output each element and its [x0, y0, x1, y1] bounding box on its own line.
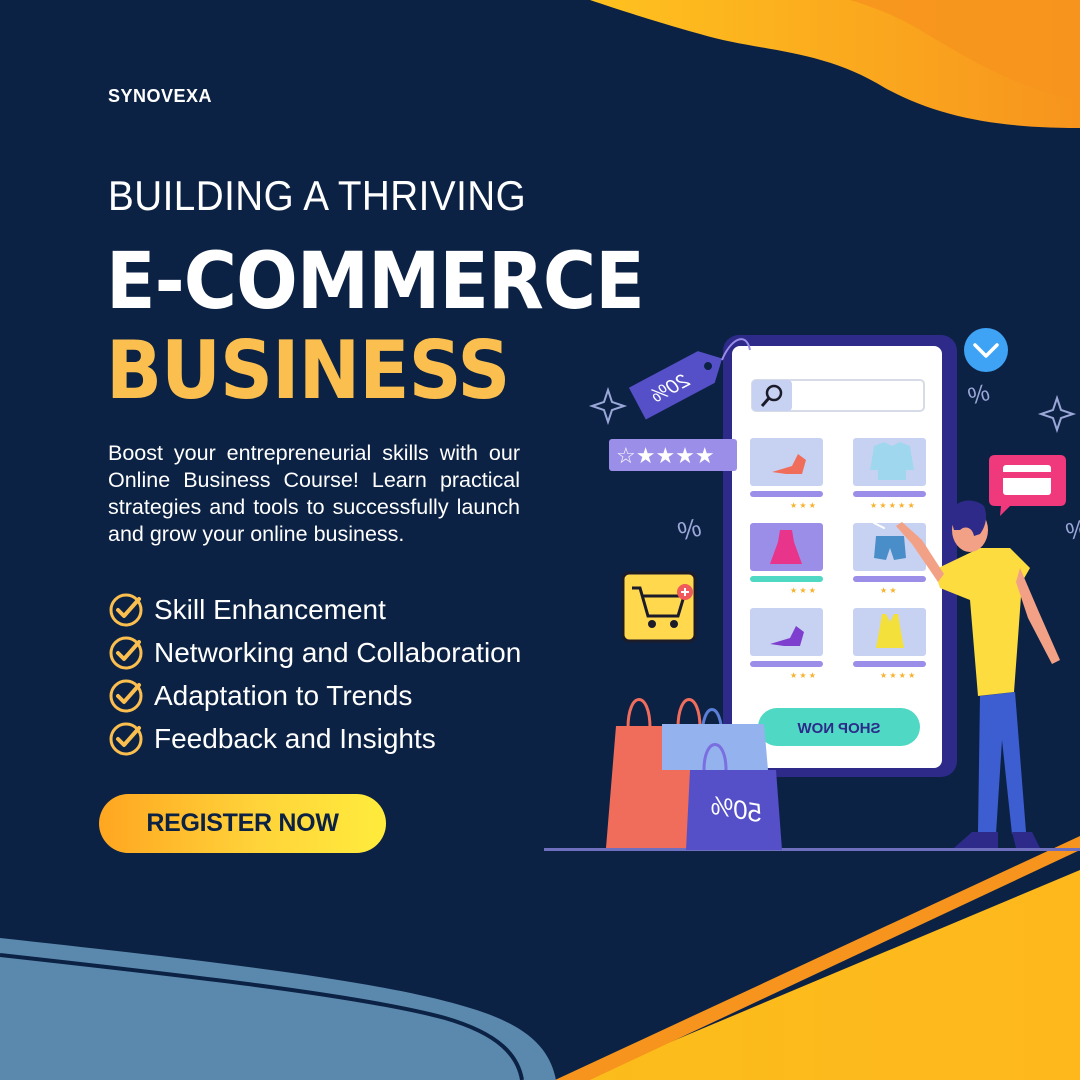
feature-item: Feedback and Insights	[108, 717, 521, 760]
check-circle-icon	[109, 636, 143, 669]
brand-name: SYNOVEXA	[108, 86, 213, 106]
svg-text:★ ★ ★ ★ ★: ★ ★ ★ ★ ★	[870, 501, 915, 510]
star-icon: ☆★★★★	[616, 443, 715, 468]
svg-text:★ ★: ★ ★	[880, 586, 897, 595]
svg-text:★ ★ ★: ★ ★ ★	[790, 671, 816, 680]
percent-icon: %	[965, 379, 993, 411]
ecommerce-illustration: % % % ★ ★ ★ ★ ★ ★ ★ ★ ★ ★ ★ ★ ★ ★ ★ ★ ★ …	[544, 328, 1080, 851]
feature-label: Skill Enhancement	[154, 593, 386, 625]
course-description: Boost your entrepreneurial skills with o…	[108, 441, 520, 546]
feature-label: Adaptation to Trends	[154, 679, 413, 711]
check-circle-icon	[109, 593, 143, 626]
feature-label: Feedback and Insights	[154, 722, 436, 754]
feature-item: Adaptation to Trends	[108, 674, 521, 717]
floor-line	[544, 848, 1080, 851]
credit-card-icon	[989, 455, 1066, 516]
bottom-left-blue-shape	[0, 938, 556, 1080]
price-tag: 20%	[628, 351, 723, 420]
feature-list: Skill Enhancement Networking and Collabo…	[108, 588, 521, 760]
feature-label: Networking and Collaboration	[154, 636, 522, 668]
sparkle-icon	[1037, 394, 1077, 434]
star-rating-badge: ☆★★★★	[609, 439, 737, 471]
headline-line-1: BUILDING A THRIVING	[108, 172, 527, 219]
percent-icon: %	[674, 512, 704, 547]
headline-line-3: BUSINESS	[106, 324, 510, 417]
chevron-down-icon	[964, 328, 1008, 372]
check-circle-icon	[109, 722, 143, 755]
shop-now-label: SHOP NOW	[797, 720, 881, 737]
check-circle-icon	[109, 679, 143, 712]
svg-text:★ ★ ★: ★ ★ ★	[790, 586, 816, 595]
feature-item: Networking and Collaboration	[108, 631, 521, 674]
search-button	[752, 380, 792, 411]
headline-line-2: E-COMMERCE	[106, 237, 645, 327]
percent-icon: %	[1063, 515, 1080, 547]
feature-item: Skill Enhancement	[108, 588, 521, 631]
sparkle-icon	[588, 386, 628, 426]
shopping-cart-icon	[621, 571, 697, 643]
svg-text:★ ★ ★ ★: ★ ★ ★ ★	[880, 671, 915, 680]
register-now-button[interactable]: REGISTER NOW	[99, 794, 386, 853]
shop-now-button: SHOP NOW	[758, 708, 920, 746]
promo-page: SYNOVEXA BUILDING A THRIVING E-COMMERCE …	[0, 0, 1080, 1080]
svg-text:★ ★ ★: ★ ★ ★	[790, 501, 816, 510]
